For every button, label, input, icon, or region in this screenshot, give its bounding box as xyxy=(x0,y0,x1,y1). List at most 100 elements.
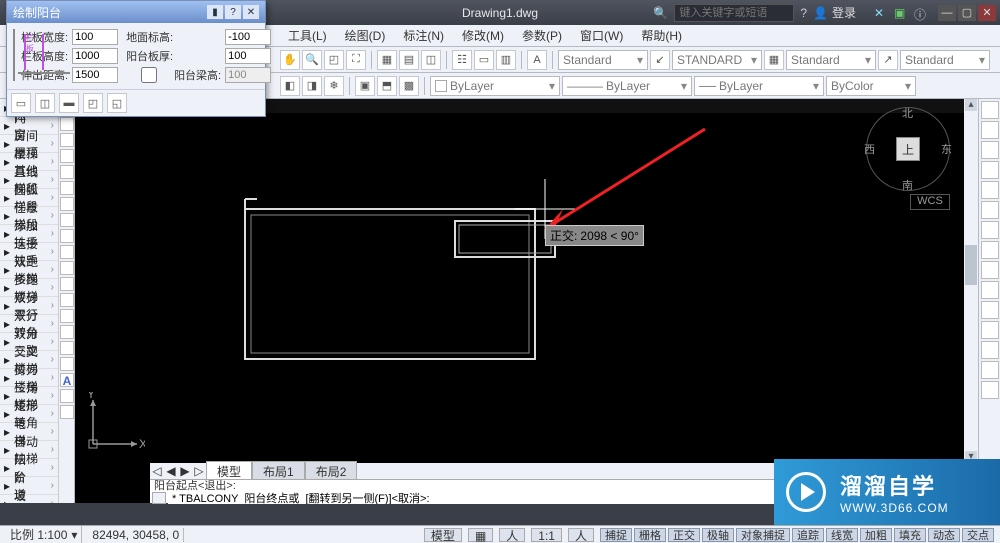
vertical-scrollbar[interactable]: ▴ ▾ xyxy=(964,99,978,463)
side-item-22[interactable]: ▸坡 道› xyxy=(0,495,58,503)
vtool-more1-icon[interactable] xyxy=(60,389,74,403)
layout-icon[interactable]: ▦ xyxy=(377,50,397,70)
canvas[interactable]: [未保存][二维线框] xyxy=(75,99,978,503)
beam-checkbox[interactable] xyxy=(126,67,172,83)
vtool-poly-icon[interactable] xyxy=(60,165,74,179)
menu-dim[interactable]: 标注(N) xyxy=(395,25,452,46)
rtool-14-icon[interactable] xyxy=(981,361,999,379)
vtool-dim-icon[interactable] xyxy=(60,213,74,227)
mleader-icon[interactable]: ↗ xyxy=(878,50,898,70)
status-toggle-5[interactable]: 追踪 xyxy=(792,528,824,542)
dimstyle-icon[interactable]: ↙ xyxy=(650,50,670,70)
login-button[interactable]: 👤 登录 xyxy=(813,4,856,21)
menu-tools[interactable]: 工具(L) xyxy=(280,25,335,46)
rtool-9-icon[interactable] xyxy=(981,261,999,279)
block-icon[interactable]: ▣ xyxy=(355,76,375,96)
mode1-icon[interactable]: ▭ xyxy=(11,93,31,113)
tab-next-icon[interactable]: ▶ xyxy=(178,464,192,478)
textstyle-combo[interactable]: Standard▾ xyxy=(558,50,648,70)
field-ground-input[interactable] xyxy=(225,29,271,45)
mode5-icon[interactable]: ◱ xyxy=(107,93,127,113)
mleader-combo[interactable]: Standard▾ xyxy=(900,50,990,70)
close-button[interactable]: ✕ xyxy=(978,5,996,21)
vtool-extend-icon[interactable] xyxy=(60,309,74,323)
zoom-icon[interactable]: 🔍 xyxy=(302,50,322,70)
rtool-1-icon[interactable] xyxy=(981,101,999,119)
mode3-icon[interactable]: ▬ xyxy=(59,93,79,113)
dialog-pin-icon[interactable]: ▮ xyxy=(207,5,223,19)
tab-prev-icon[interactable]: ◀ xyxy=(164,464,178,478)
dialog-titlebar[interactable]: 绘制阳台 ▮ ? ✕ xyxy=(7,1,265,23)
vtool-more2-icon[interactable] xyxy=(60,405,74,419)
status-toggle-0[interactable]: 捕捉 xyxy=(600,528,632,542)
vtool-circle-icon[interactable] xyxy=(60,133,74,147)
vtool-rect-icon[interactable] xyxy=(60,149,74,163)
status-sync-icon[interactable]: 人 xyxy=(568,528,594,542)
rtool-13-icon[interactable] xyxy=(981,341,999,359)
vtool-fillet-icon[interactable] xyxy=(60,357,74,371)
field-extend-input[interactable] xyxy=(72,67,118,83)
exchange-icon[interactable]: ✕ xyxy=(874,6,888,20)
mode4-icon[interactable]: ◰ xyxy=(83,93,103,113)
rtool-5-icon[interactable] xyxy=(981,181,999,199)
status-toggle-6[interactable]: 线宽 xyxy=(826,528,858,542)
help-icon[interactable]: ? xyxy=(800,6,807,20)
minimize-button[interactable]: — xyxy=(938,5,956,21)
vtool-copy-icon[interactable] xyxy=(60,229,74,243)
vtool-text-icon[interactable] xyxy=(60,181,74,195)
zoom-window-icon[interactable]: ◰ xyxy=(324,50,344,70)
color-combo[interactable]: ByLayer▾ xyxy=(430,76,560,96)
layer-state-icon[interactable]: ◨ xyxy=(302,76,322,96)
dialog-help-icon[interactable]: ? xyxy=(225,5,241,19)
vtool-a-icon[interactable]: A xyxy=(60,373,74,387)
menu-window[interactable]: 窗口(W) xyxy=(572,25,631,46)
search-input[interactable] xyxy=(674,4,794,22)
lineweight-combo[interactable]: ──ByLayer▾ xyxy=(694,76,824,96)
properties-icon[interactable]: ☷ xyxy=(452,50,472,70)
plotstyle-combo[interactable]: ByColor▾ xyxy=(826,76,916,96)
tab-last-icon[interactable]: ▷ xyxy=(192,464,206,478)
search-icon[interactable]: 🔍 xyxy=(653,6,668,20)
pan-icon[interactable]: ✋ xyxy=(280,50,300,70)
xref-icon[interactable]: ▥ xyxy=(496,50,516,70)
status-toggle-8[interactable]: 填充 xyxy=(894,528,926,542)
vtool-move-icon[interactable] xyxy=(60,245,74,259)
rtool-6-icon[interactable] xyxy=(981,201,999,219)
status-toggle-4[interactable]: 对象捕捉 xyxy=(736,528,790,542)
rtool-12-icon[interactable] xyxy=(981,321,999,339)
vtool-hatch-icon[interactable] xyxy=(60,197,74,211)
rtool-2-icon[interactable] xyxy=(981,121,999,139)
rtool-8-icon[interactable] xyxy=(981,241,999,259)
sheet-icon[interactable]: ▤ xyxy=(399,50,419,70)
rtool-10-icon[interactable] xyxy=(981,281,999,299)
insert-icon[interactable]: ⬒ xyxy=(377,76,397,96)
status-grid-icon[interactable]: ▦ xyxy=(468,528,493,542)
status-annoscale-icon[interactable]: 人 xyxy=(499,528,525,542)
layer-manager-icon[interactable]: ◧ xyxy=(280,76,300,96)
rtool-7-icon[interactable] xyxy=(981,221,999,239)
menu-draw[interactable]: 绘图(D) xyxy=(337,25,394,46)
dimstyle-combo[interactable]: STANDARD▾ xyxy=(672,50,762,70)
status-toggle-9[interactable]: 动态 xyxy=(928,528,960,542)
tab-first-icon[interactable]: ◁ xyxy=(150,464,164,478)
field-height-input[interactable] xyxy=(72,48,118,64)
vtool-mirror-icon[interactable] xyxy=(60,325,74,339)
status-scale11[interactable]: 1:1 xyxy=(531,528,562,542)
tablestyle-icon[interactable]: ▦ xyxy=(764,50,784,70)
status-toggle-1[interactable]: 栅格 xyxy=(634,528,666,542)
status-model[interactable]: 模型 xyxy=(424,528,462,542)
rtool-15-icon[interactable] xyxy=(981,381,999,399)
text-style-icon[interactable]: A xyxy=(527,50,547,70)
freeze-icon[interactable]: ❄ xyxy=(324,76,344,96)
linetype-combo[interactable]: ———ByLayer▾ xyxy=(562,76,692,96)
zoom-extents-icon[interactable]: ⛶ xyxy=(346,50,366,70)
rtool-11-icon[interactable] xyxy=(981,301,999,319)
vtool-arc-icon[interactable] xyxy=(60,117,74,131)
info-icon[interactable]: ⓘ xyxy=(914,6,928,20)
status-toggle-3[interactable]: 极轴 xyxy=(702,528,734,542)
vtool-trim-icon[interactable] xyxy=(60,293,74,307)
vtool-rotate-icon[interactable] xyxy=(60,261,74,275)
view-cube[interactable]: 上 北 南 东 西 xyxy=(866,107,950,191)
mode2-icon[interactable]: ◫ xyxy=(35,93,55,113)
cloud-icon[interactable]: ▣ xyxy=(894,6,908,20)
